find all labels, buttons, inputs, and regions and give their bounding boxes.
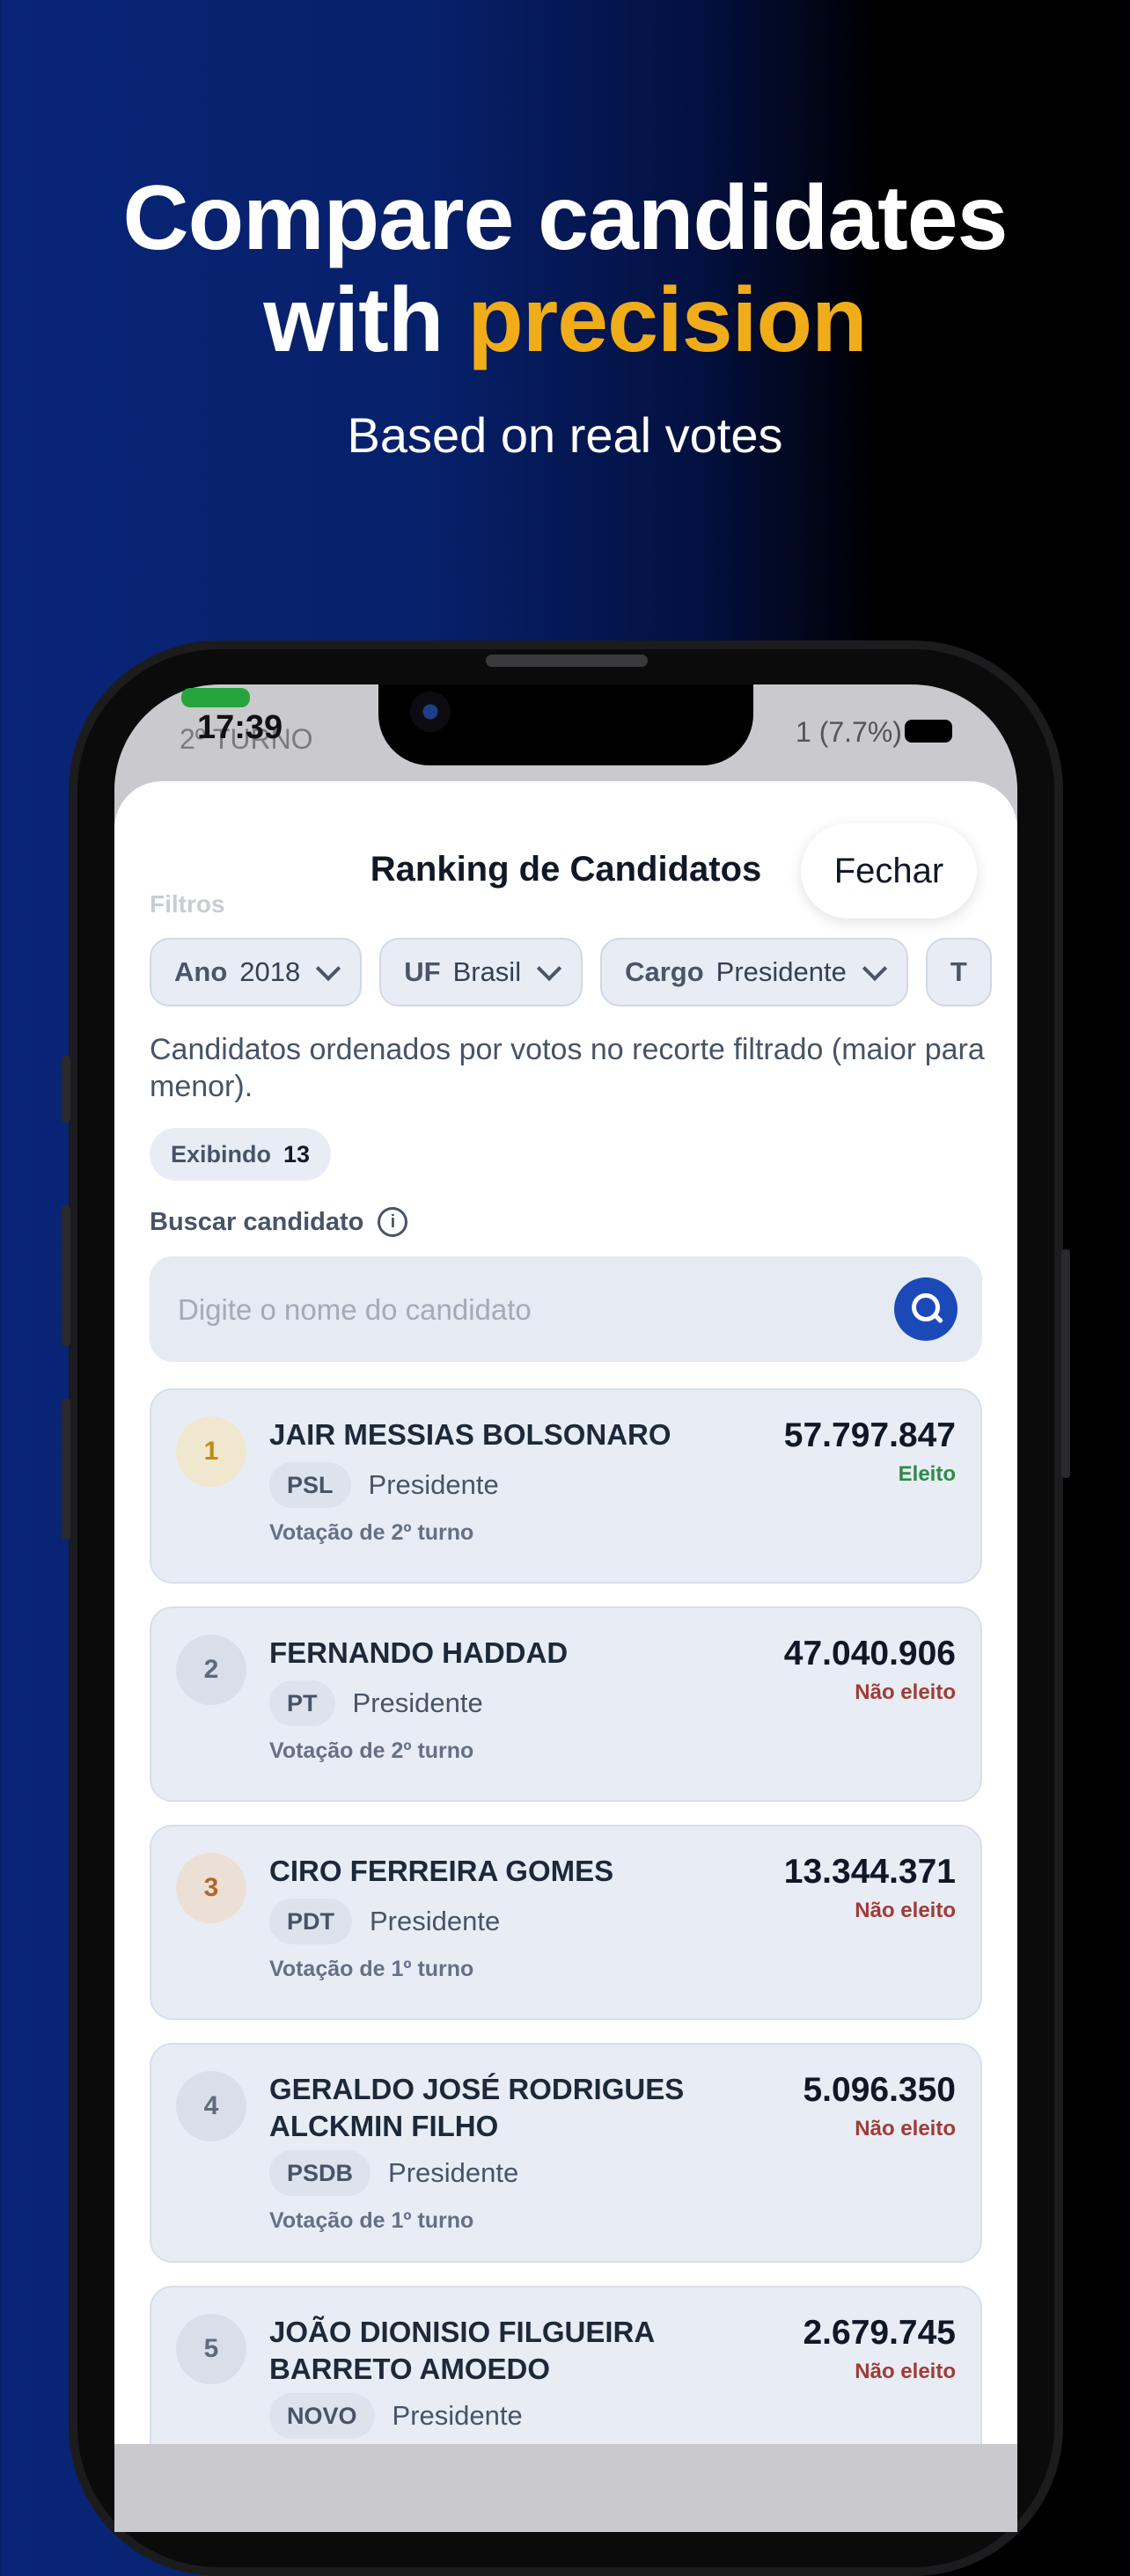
round-label: Votação de 1º turno xyxy=(269,1957,474,1981)
election-result: Não eleito xyxy=(855,1680,956,1704)
hero-title-line1: Compare candidates xyxy=(122,167,1009,269)
status-right-text: 1 (7.7%) xyxy=(796,716,902,748)
election-result: Não eleito xyxy=(855,1899,956,1922)
side-button xyxy=(1061,1249,1070,1478)
hero-title-accent: precision xyxy=(467,269,867,371)
filter-chips: Ano 2018 UF Brasil Cargo Presidente T xyxy=(150,938,992,1006)
candidate-name: GERALDO JOSÉ RODRIGUES ALCKMIN FILHO xyxy=(269,2073,685,2142)
election-result: Eleito xyxy=(898,1462,956,1486)
round-label: Votação de 1º turno xyxy=(269,2208,474,2233)
speaker xyxy=(486,655,648,667)
showing-label: Exibindo xyxy=(171,1140,271,1167)
filter-label: T xyxy=(950,956,967,987)
search-label: Buscar candidato i xyxy=(150,1207,408,1237)
vote-count: 2.679.745 xyxy=(803,2314,956,2352)
vote-count: 5.096.350 xyxy=(803,2071,956,2109)
camera-icon xyxy=(410,692,451,732)
office-label: Presidente xyxy=(388,2157,519,2188)
election-result: Não eleito xyxy=(855,2360,956,2383)
status-time: 17:39 xyxy=(197,709,283,746)
filter-label: Cargo xyxy=(625,956,704,987)
candidate-name: CIRO FERREIRA GOMES xyxy=(269,1855,614,1887)
search-input[interactable] xyxy=(176,1256,884,1364)
office-label: Presidente xyxy=(370,1906,501,1936)
rank-badge: 5 xyxy=(176,2314,246,2384)
filter-chip-round[interactable]: T xyxy=(925,938,992,1006)
hero-title-line2: with precision xyxy=(0,269,1130,371)
hero-subtitle: Based on real votes xyxy=(347,407,783,463)
side-button xyxy=(62,1399,70,1540)
office-label: Presidente xyxy=(392,2400,523,2431)
side-button xyxy=(62,1205,70,1346)
side-button xyxy=(62,1056,70,1123)
filter-label: Ano xyxy=(174,956,228,987)
rank-badge: 1 xyxy=(176,1416,246,1487)
party-badge: NOVO xyxy=(269,2393,375,2439)
hero-title: Compare candidates with precision xyxy=(0,167,1130,371)
rank-badge: 3 xyxy=(176,1853,246,1923)
party-badge: PT xyxy=(269,1680,335,1726)
recording-indicator xyxy=(181,688,250,707)
filter-chip-office[interactable]: Cargo Presidente xyxy=(600,938,908,1006)
candidate-name: FERNANDO HADDAD xyxy=(269,1636,569,1669)
close-button[interactable]: Fechar xyxy=(801,823,977,918)
vote-count: 13.344.371 xyxy=(783,1853,956,1891)
vote-count: 47.040.906 xyxy=(783,1635,956,1672)
candidate-meta: PSL Presidente xyxy=(269,1462,499,1508)
search-label-text: Buscar candidato xyxy=(150,1207,364,1236)
party-badge: PDT xyxy=(269,1899,352,1944)
rank-badge: 2 xyxy=(176,1635,246,1705)
filter-label: UF xyxy=(404,956,441,987)
candidate-card[interactable]: 3 CIRO FERREIRA GOMES 13.344.371 Não ele… xyxy=(150,1825,982,2020)
info-icon[interactable]: i xyxy=(378,1207,408,1237)
search-button[interactable] xyxy=(894,1277,958,1341)
filter-value: Brasil xyxy=(452,956,522,987)
party-badge: PSL xyxy=(269,1462,351,1508)
party-badge: PSDB xyxy=(269,2150,371,2196)
office-label: Presidente xyxy=(368,1469,499,1500)
candidate-meta: PT Presidente xyxy=(269,1680,483,1726)
chevron-down-icon xyxy=(316,955,341,982)
candidate-card[interactable]: 5 JOÃO DIONISIO FILGUEIRA BARRETO AMOEDO… xyxy=(150,2286,982,2444)
search-box xyxy=(150,1256,982,1364)
election-result: Não eleito xyxy=(855,2117,956,2141)
filter-value: Presidente xyxy=(715,956,847,987)
candidate-meta: PDT Presidente xyxy=(269,1899,500,1944)
candidate-card[interactable]: 4 GERALDO JOSÉ RODRIGUES ALCKMIN FILHO 5… xyxy=(150,2043,982,2263)
showing-count: 13 xyxy=(283,1140,311,1167)
candidate-card[interactable]: 2 FERNANDO HADDAD 47.040.906 Não eleito … xyxy=(150,1606,982,1802)
ranking-description: Candidatos ordenados por votos no recort… xyxy=(150,1033,985,1103)
round-label: Votação de 2º turno xyxy=(269,1738,474,1763)
ranking-sheet: Ranking de Candidatos Fechar Filtros Ano… xyxy=(114,781,1017,2444)
filter-value: 2018 xyxy=(239,956,301,987)
chevron-down-icon xyxy=(862,955,888,982)
candidate-list: 1 JAIR MESSIAS BOLSONARO 57.797.847 Elei… xyxy=(150,1388,982,2444)
filters-label: Filtros xyxy=(150,890,225,918)
showing-count-badge: Exibindo 13 xyxy=(150,1128,332,1181)
candidate-name: JAIR MESSIAS BOLSONARO xyxy=(269,1418,671,1451)
battery-icon xyxy=(905,720,952,743)
chevron-down-icon xyxy=(536,955,562,982)
vote-count: 57.797.847 xyxy=(783,1416,956,1454)
candidate-name: JOÃO DIONISIO FILGUEIRA BARRETO AMOEDO xyxy=(269,2316,654,2385)
candidate-card[interactable]: 1 JAIR MESSIAS BOLSONARO 57.797.847 Elei… xyxy=(150,1388,982,1584)
office-label: Presidente xyxy=(352,1687,483,1718)
rank-badge: 4 xyxy=(176,2071,246,2141)
round-label: Votação de 2º turno xyxy=(269,1520,474,1545)
filter-chip-year[interactable]: Ano 2018 xyxy=(150,938,363,1006)
hero-title-prefix: with xyxy=(263,269,468,371)
candidate-meta: NOVO Presidente xyxy=(269,2393,523,2439)
candidate-meta: PSDB Presidente xyxy=(269,2150,518,2196)
filter-chip-state[interactable]: UF Brasil xyxy=(379,938,583,1006)
